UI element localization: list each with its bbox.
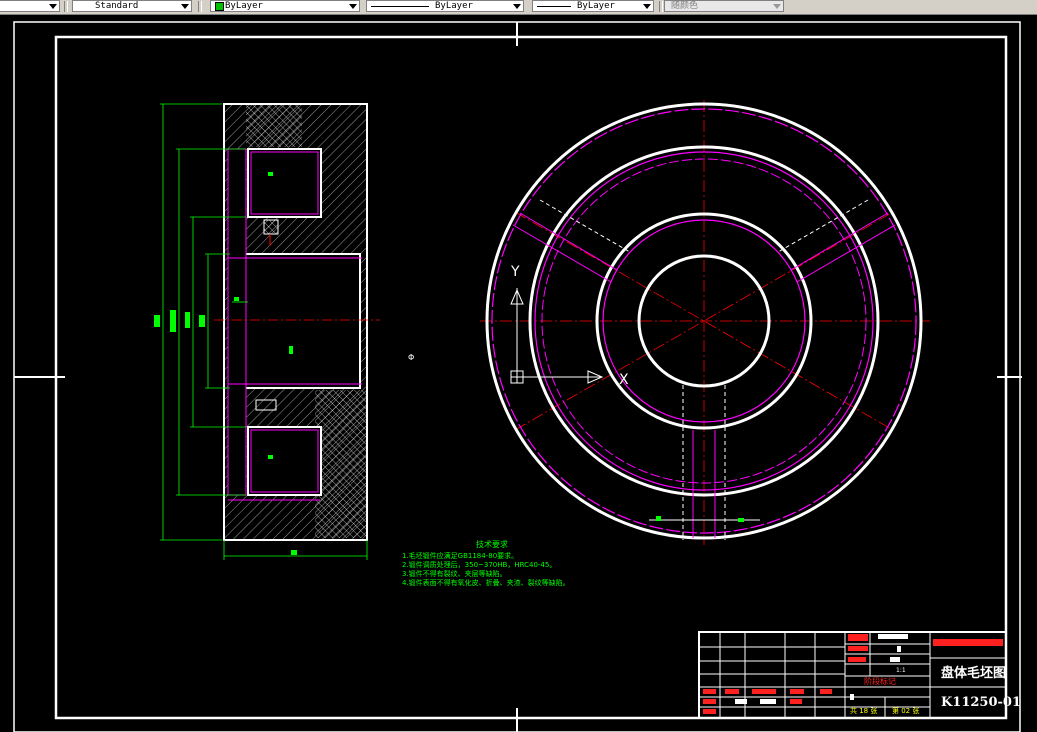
ucs-icon (510, 288, 604, 384)
lineweight-preview-icon (537, 6, 571, 7)
tech-requirement-item: 4.锻件表面不得有氧化皮、折叠、夹渣、裂纹等缺陷。 (402, 579, 570, 587)
chevron-down-icon[interactable] (181, 4, 189, 9)
bore (231, 253, 361, 389)
text-style-select[interactable]: Standard (72, 0, 192, 12)
sheet-number: 第 02 张 (892, 707, 920, 715)
insert-top (246, 105, 302, 147)
linetype-value: ByLayer (435, 1, 473, 11)
toolbar-separator (64, 1, 68, 12)
tech-requirement-item: 2.锻件调质处理后，350~370HB，HRC40-45。 (402, 561, 557, 569)
insert-bottom (315, 390, 366, 538)
pocket-lower (247, 426, 322, 496)
toolbar-separator (659, 1, 663, 12)
section-view (214, 103, 380, 541)
linetype-preview-icon (371, 6, 429, 7)
small-hole (263, 219, 279, 235)
color-value: ByLayer (225, 1, 263, 11)
sheet-total: 共 18 张 (850, 707, 878, 715)
lineweight-value: ByLayer (577, 1, 615, 11)
color-swatch-icon (215, 2, 224, 11)
plot-style-value: 随颜色 (671, 1, 699, 11)
drawing-canvas[interactable]: Y X (0, 15, 1037, 732)
ucs-y-label: Y (510, 264, 520, 280)
toolbar-separator (198, 1, 202, 12)
diameter-note: Φ (408, 353, 415, 362)
plan-view (480, 100, 930, 545)
chevron-down-icon[interactable] (643, 4, 651, 9)
color-select[interactable]: ByLayer (210, 0, 360, 12)
drawing-number: K11250-01 (941, 695, 1022, 710)
chevron-down-icon[interactable] (513, 4, 521, 9)
scale-value: 1:1 (896, 667, 906, 674)
text-style-combo[interactable] (0, 0, 60, 12)
lineweight-select[interactable]: ByLayer (532, 0, 654, 12)
chevron-down-icon[interactable] (773, 4, 781, 9)
chevron-down-icon[interactable] (49, 4, 57, 9)
tech-requirements-title: 技术要求 (476, 540, 508, 549)
chevron-down-icon[interactable] (349, 4, 357, 9)
tech-requirement-item: 3.锻件不得有裂纹、夹层等缺陷。 (402, 570, 507, 578)
ucs-x-label: X (619, 372, 629, 388)
left-relief (227, 148, 247, 496)
technical-requirements: 技术要求 1.毛坯锻件应满足GB1184-80要求。 2.锻件调质处理后，350… (402, 540, 582, 588)
text-style-value: Standard (95, 1, 139, 11)
linetype-select[interactable]: ByLayer (366, 0, 524, 12)
tech-requirement-item: 1.毛坯锻件应满足GB1184-80要求。 (402, 552, 519, 560)
properties-toolbar: Standard ByLayer ByLayer ByLayer 随颜色 (0, 0, 1037, 15)
pocket-upper (247, 148, 322, 218)
part-name: 盘体毛坯图 (941, 666, 1007, 681)
stage-label: 阶段标记 (864, 677, 896, 686)
plot-style-select[interactable]: 随颜色 (664, 0, 784, 12)
